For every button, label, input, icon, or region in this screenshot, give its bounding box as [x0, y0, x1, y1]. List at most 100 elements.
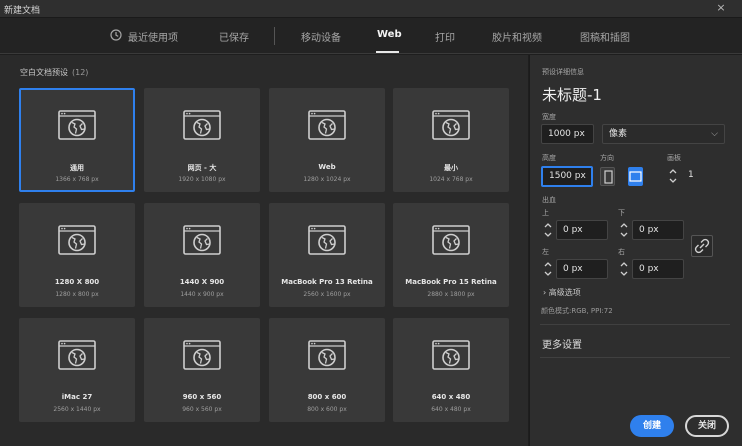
orientation-label: 方向	[600, 154, 614, 162]
preset-card[interactable]: 最小 1024 x 768 px	[393, 88, 509, 192]
preset-name: 1440 X 900	[179, 278, 225, 286]
tab-divider	[274, 27, 275, 45]
bleed-left-label: 左	[542, 248, 549, 256]
preset-name: Web	[318, 163, 336, 171]
bleed-right-stepper-icon[interactable]	[619, 260, 629, 278]
preset-name: 800 x 600	[307, 393, 347, 401]
units-dropdown[interactable]: 像素 ⌵	[602, 124, 725, 144]
bleed-bottom-label: 下	[618, 209, 625, 217]
web-document-icon	[308, 225, 346, 255]
height-label: 高度	[542, 154, 556, 162]
bleed-right-field[interactable]: 0 px	[632, 259, 684, 279]
bleed-left-stepper-icon[interactable]	[543, 260, 553, 278]
tab-print[interactable]: 打印	[435, 29, 455, 44]
units-value: 像素	[609, 129, 628, 139]
bleed-bottom-stepper-icon[interactable]	[619, 221, 629, 239]
artboards-field[interactable]: 1	[682, 166, 724, 186]
presets-heading: 空白文档预设 (12)	[20, 67, 88, 78]
advanced-options-label: 高级选项	[548, 288, 581, 297]
preset-size: 1280 x 800 px	[55, 291, 99, 298]
color-mode-summary: 颜色模式:RGB, PPI:72	[541, 307, 613, 315]
web-document-icon	[183, 110, 221, 140]
preset-card[interactable]: Web 1280 x 1024 px	[269, 88, 385, 192]
window-close-icon[interactable]: ×	[712, 1, 730, 15]
preset-size: 640 x 480 px	[431, 406, 471, 413]
preset-card[interactable]: 800 x 600 800 x 600 px	[269, 318, 385, 422]
bleed-top-stepper-icon[interactable]	[543, 221, 553, 239]
bleed-label: 出血	[542, 196, 556, 204]
link-bleed-button[interactable]	[691, 235, 713, 257]
preset-size: 2560 x 1600 px	[303, 291, 351, 298]
preset-size: 1920 x 1080 px	[178, 176, 226, 183]
portrait-icon	[604, 170, 613, 184]
web-document-icon	[432, 340, 470, 370]
preset-size: 1280 x 1024 px	[303, 176, 351, 183]
preset-card[interactable]: 960 x 560 960 x 560 px	[144, 318, 260, 422]
preset-size: 1366 x 768 px	[55, 176, 99, 183]
divider	[540, 324, 730, 325]
preset-name: 最小	[444, 164, 458, 172]
landscape-icon	[629, 171, 642, 182]
preset-name: iMac 27	[61, 393, 93, 401]
preset-card[interactable]: 1280 X 800 1280 x 800 px	[19, 203, 135, 307]
preset-name: 1280 X 800	[54, 278, 100, 286]
preset-name: 网页 - 大	[187, 164, 217, 172]
preset-size: 2880 x 1800 px	[427, 291, 475, 298]
details-section-label: 预设详细信息	[542, 68, 584, 76]
window-title: 新建文档	[4, 6, 41, 16]
tab-film-video[interactable]: 胶片和视频	[492, 29, 542, 44]
chevron-right-icon: ›	[543, 288, 547, 297]
tab-art-illustration[interactable]: 图稿和插图	[580, 29, 630, 44]
preset-size: 2560 x 1440 px	[53, 406, 101, 413]
presets-count: (12)	[72, 68, 89, 77]
web-document-icon	[58, 225, 96, 255]
chain-link-icon	[694, 238, 710, 254]
title-bar: 新建文档 ×	[0, 0, 742, 18]
create-button[interactable]: 创建	[630, 415, 674, 437]
web-document-icon	[58, 110, 96, 140]
chevron-down-icon: ⌵	[711, 129, 718, 139]
tab-saved[interactable]: 已保存	[219, 29, 249, 44]
preset-details-panel: 预设详细信息 未标题-1 宽度 1000 px 像素 ⌵ 高度 方向 画板 15…	[529, 55, 742, 446]
preset-card[interactable]: 640 x 480 640 x 480 px	[393, 318, 509, 422]
web-document-icon	[183, 225, 221, 255]
bleed-left-field[interactable]: 0 px	[556, 259, 608, 279]
landscape-orientation-button[interactable]	[628, 167, 643, 186]
tab-web[interactable]: Web	[377, 29, 402, 40]
clock-icon	[110, 29, 122, 41]
advanced-options-toggle[interactable]: › 高级选项	[543, 287, 581, 298]
preset-card[interactable]: 1440 X 900 1440 x 900 px	[144, 203, 260, 307]
bleed-right-label: 右	[618, 248, 625, 256]
preset-size: 960 x 560 px	[182, 406, 222, 413]
artboards-stepper-icon[interactable]	[668, 167, 678, 185]
preset-name: MacBook Pro 13 Retina	[281, 278, 373, 286]
divider	[540, 357, 730, 358]
width-label: 宽度	[542, 113, 556, 121]
artboards-label: 画板	[667, 154, 681, 162]
preset-card[interactable]: MacBook Pro 15 Retina 2880 x 1800 px	[393, 203, 509, 307]
bleed-top-field[interactable]: 0 px	[556, 220, 608, 240]
web-document-icon	[58, 340, 96, 370]
bleed-bottom-field[interactable]: 0 px	[632, 220, 684, 240]
height-field[interactable]: 1500 px	[541, 166, 593, 187]
web-document-icon	[183, 340, 221, 370]
preset-name: 640 x 480	[431, 393, 471, 401]
preset-size: 800 x 600 px	[307, 406, 347, 413]
width-field[interactable]: 1000 px	[541, 124, 594, 144]
preset-name: MacBook Pro 15 Retina	[405, 278, 497, 286]
document-name-field[interactable]: 未标题-1	[542, 84, 602, 105]
portrait-orientation-button[interactable]	[600, 167, 615, 186]
preset-card[interactable]: iMac 27 2560 x 1440 px	[19, 318, 135, 422]
tab-recent[interactable]: 最近使用项	[128, 29, 178, 44]
web-document-icon	[432, 110, 470, 140]
tab-mobile[interactable]: 移动设备	[301, 29, 341, 44]
preset-card[interactable]: 网页 - 大 1920 x 1080 px	[144, 88, 260, 192]
web-document-icon	[308, 110, 346, 140]
more-settings-link[interactable]: 更多设置	[542, 336, 582, 351]
bleed-top-label: 上	[542, 209, 549, 217]
active-tab-indicator	[376, 51, 399, 53]
preset-card[interactable]: 通用 1366 x 768 px	[19, 88, 135, 192]
close-button[interactable]: 关闭	[685, 415, 729, 437]
category-tabs: 最近使用项 已保存 移动设备 Web 打印 胶片和视频 图稿和插图	[0, 18, 742, 54]
preset-card[interactable]: MacBook Pro 13 Retina 2560 x 1600 px	[269, 203, 385, 307]
